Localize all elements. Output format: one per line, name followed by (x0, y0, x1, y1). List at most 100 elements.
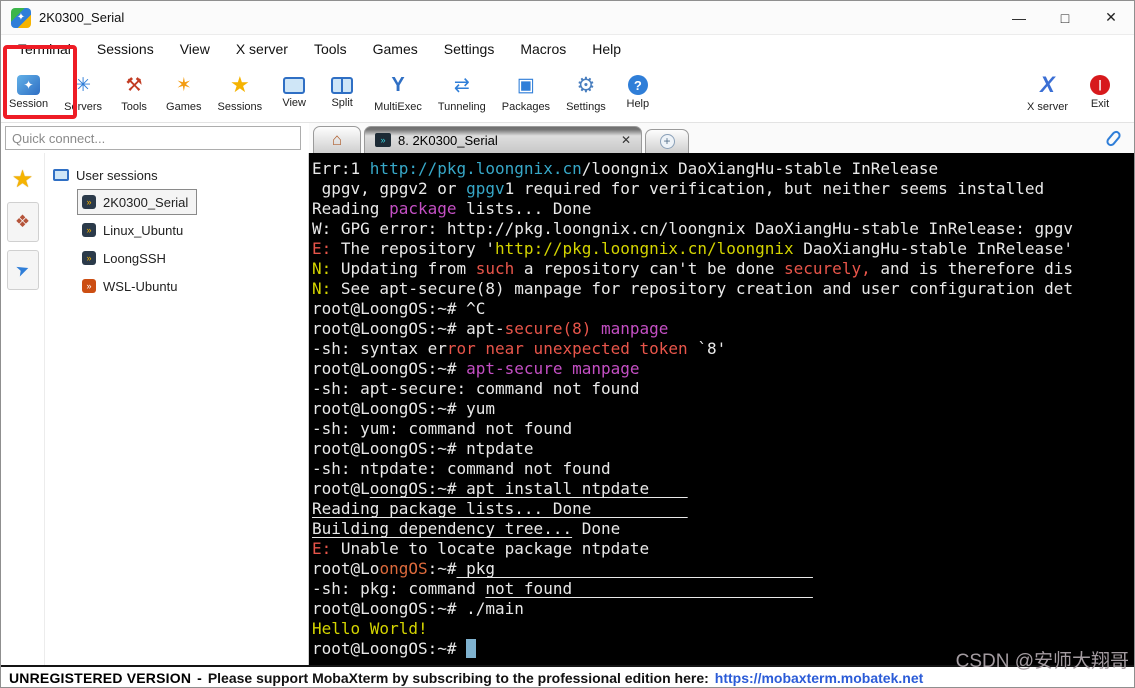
home-icon: ⌂ (331, 130, 343, 149)
terminal-line: gpgv, gpgv2 or gpgv1 required for verifi… (312, 179, 1045, 198)
sessions-tree: User sessions » 2K0300_Serial » Linux_Ubunt… (45, 153, 308, 665)
title-bar: ✦ 2K0300_Serial — □ ✕ (1, 1, 1134, 35)
toolbar-label: Exit (1090, 98, 1110, 110)
terminal-line: Reading package lists... Done (312, 499, 688, 518)
terminal-line: root@LoongOS:~# ntpdate (312, 439, 534, 458)
toolbar-label: Servers (64, 101, 103, 113)
toolbar-button-settings[interactable]: ⚙ Settings (558, 69, 614, 116)
tools-icon: ⚒ (125, 74, 143, 96)
menu-item-settings[interactable]: Settings (431, 36, 508, 62)
toolbar-button-x-server[interactable]: X X server (1019, 69, 1076, 116)
window-title: 2K0300_Serial (39, 10, 125, 25)
menu-item-games[interactable]: Games (360, 36, 431, 62)
menu-bar: Terminal Sessions View X server Tools Games Se… (1, 35, 1134, 63)
new-tab-button[interactable]: + (645, 129, 689, 153)
help-icon: ? (627, 75, 648, 95)
tree-root-user-sessions[interactable]: User sessions (53, 163, 308, 187)
terminal[interactable]: Err:1 http://pkg.loongnix.cn/loongnix Da… (309, 153, 1134, 665)
toolbar: ✦ Session ✳ Servers ⚒ Tools ✶ Games ★ Sessions Vie… (1, 63, 1134, 123)
multiexec-icon: Y (391, 73, 405, 96)
sidebar-icon-strip: ★ ❖ ➤ (1, 153, 45, 665)
toolbar-button-games[interactable]: ✶ Games (158, 69, 209, 116)
remote-session-icon: ❖ (14, 212, 31, 231)
mobatek-link[interactable]: https://mobaxterm.mobatek.net (715, 670, 923, 686)
paperclip-icon[interactable] (1104, 129, 1123, 148)
terminal-line: W: GPG error: http://pkg.loongnix.cn/loo… (312, 219, 1073, 238)
maximize-button[interactable]: □ (1042, 1, 1088, 34)
toolbar-left-group: ✦ Session ✳ Servers ⚒ Tools ✶ Games ★ Sessions Vie… (1, 69, 662, 116)
terminal-line: root@LoongOS:~# apt-secure manpage (312, 359, 640, 378)
terminal-line: -sh: apt-secure: command not found (312, 379, 640, 398)
toolbar-button-tools[interactable]: ⚒ Tools (110, 69, 158, 116)
toolbar-button-packages[interactable]: ▣ Packages (494, 69, 558, 116)
toolbar-label: Tools (121, 101, 147, 113)
toolbar-button-servers[interactable]: ✳ Servers (56, 69, 110, 116)
toolbar-label: Packages (501, 101, 551, 113)
quick-connect-wrap (1, 123, 309, 153)
tab-bar: ⌂ » 8. 2K0300_Serial ✕ + (309, 123, 1134, 153)
toolbar-label: Settings (566, 101, 606, 113)
terminal-line: -sh: syntax error near unexpected token … (312, 339, 727, 358)
session-icon: ✦ (17, 75, 41, 95)
terminal-line: root@LoongOS:~# ./main (312, 599, 524, 618)
games-icon: ✶ (175, 74, 192, 96)
sidebar-item-wsl-ubuntu[interactable]: » WSL-Ubuntu (77, 273, 186, 299)
close-button[interactable]: ✕ (1088, 1, 1134, 34)
toolbar-button-multiexec[interactable]: Y MultiExec (366, 69, 430, 116)
macro-plane-icon: ➤ (13, 260, 32, 281)
terminal-line: root@LoongOS:~# pkg (312, 559, 813, 578)
sidebar-macros-view-button[interactable]: ➤ (6, 250, 39, 290)
menu-item-help[interactable]: Help (579, 36, 634, 62)
exit-icon: | (1090, 75, 1110, 95)
menu-item-tools[interactable]: Tools (301, 36, 360, 62)
mobaxterm-logo-icon: ✦ (11, 7, 31, 28)
toolbar-button-exit[interactable]: | Exit (1076, 69, 1124, 116)
terminal-line: E: The repository 'http://pkg.loongnix.c… (312, 239, 1074, 258)
toolbar-button-view[interactable]: View (270, 69, 318, 116)
packages-icon: ▣ (516, 74, 535, 96)
toolbar-label: Help (626, 98, 650, 110)
main-area: ★ ❖ ➤ User sessions » 2K0300_Serial » Linux… (1, 153, 1134, 665)
home-tab[interactable]: ⌂ (313, 126, 361, 153)
sidebar-sessions-view-button[interactable]: ❖ (6, 202, 39, 242)
toolbar-label: X server (1027, 101, 1068, 113)
menu-item-terminal[interactable]: Terminal (5, 36, 84, 62)
menu-item-view[interactable]: View (167, 36, 223, 62)
session-label: WSL-Ubuntu (103, 278, 178, 294)
minimize-button[interactable]: — (996, 1, 1042, 34)
favorites-star-icon[interactable]: ★ (12, 165, 34, 194)
view-icon (283, 76, 306, 94)
sidebar: ★ ❖ ➤ User sessions » 2K0300_Serial » Linux… (1, 153, 309, 665)
toolbar-label: View (282, 96, 306, 109)
plus-icon: + (659, 134, 675, 149)
quick-connect-input[interactable] (5, 126, 301, 150)
terminal-line: root@LoongOS:~# (312, 639, 1134, 659)
menu-item-macros[interactable]: Macros (507, 36, 579, 62)
terminal-line: root@LoongOS:~# ^C (312, 299, 486, 318)
tab-close-icon[interactable]: ✕ (605, 133, 631, 147)
terminal-line: -sh: ntpdate: command not found (312, 459, 611, 478)
toolbar-label: Session (9, 98, 49, 110)
servers-icon: ✳ (75, 74, 92, 96)
toolbar-button-split[interactable]: Split (318, 69, 366, 116)
menu-item-x-server[interactable]: X server (223, 36, 301, 62)
unregistered-version-label: UNREGISTERED VERSION (9, 670, 192, 686)
sidebar-item-loongssh[interactable]: » LoongSSH (77, 245, 175, 271)
menu-item-sessions[interactable]: Sessions (84, 36, 167, 62)
terminal-line: N: See apt-secure(8) manpage for reposit… (312, 279, 1073, 298)
toolbar-button-session[interactable]: ✦ Session (1, 69, 56, 116)
tree-root-label: User sessions (76, 167, 158, 183)
tunneling-icon: ⇄ (453, 74, 470, 96)
terminal-line: Building dependency tree... Done (312, 519, 621, 538)
toolbar-button-help[interactable]: ? Help (614, 69, 662, 116)
tab-label: 8. 2K0300_Serial (398, 132, 498, 148)
toolbar-button-tunneling[interactable]: ⇄ Tunneling (430, 69, 494, 116)
toolbar-label: Split (331, 96, 353, 109)
terminal-line: root@LoongOS:~# apt install ntpdate (312, 479, 688, 498)
status-message: Please support MobaXterm by subscribing … (207, 670, 709, 686)
sidebar-item-linux-ubuntu[interactable]: » Linux_Ubuntu (77, 217, 192, 243)
sidebar-item-2k0300-serial[interactable]: » 2K0300_Serial (77, 189, 198, 215)
mobaxterm-window: ✦ 2K0300_Serial — □ ✕ Terminal Sessions Vi… (0, 0, 1135, 688)
tab-2k0300-serial[interactable]: » 8. 2K0300_Serial ✕ (364, 126, 642, 153)
toolbar-button-sessions[interactable]: ★ Sessions (210, 69, 271, 116)
